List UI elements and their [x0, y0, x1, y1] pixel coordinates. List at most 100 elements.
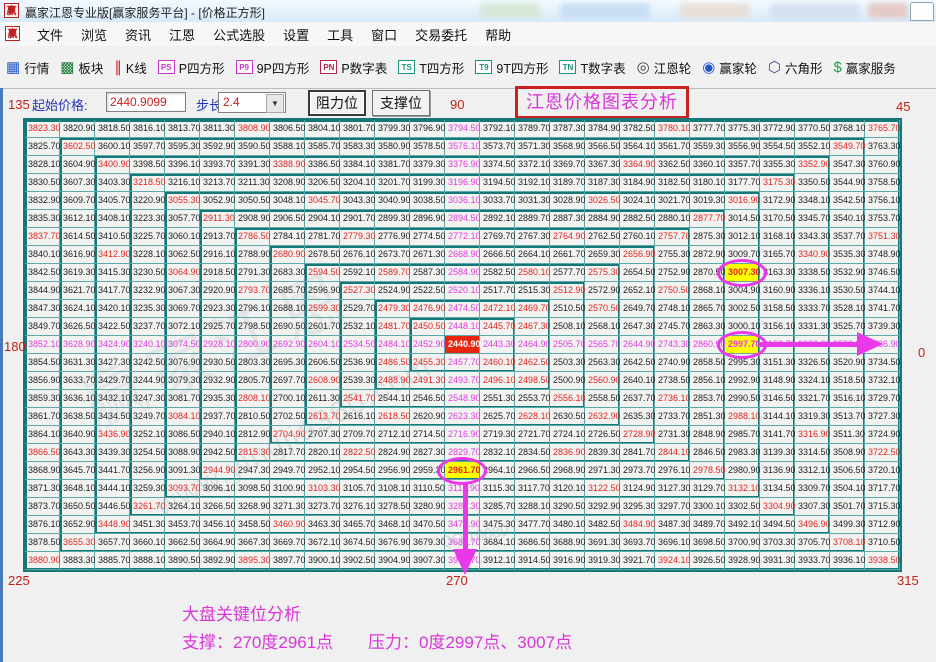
grid-cell: 3602.50 — [60, 138, 95, 156]
grid-cell: 2968.90 — [550, 462, 585, 480]
grid-cell: 3729.70 — [865, 390, 900, 408]
grid-cell: 3672.10 — [305, 534, 340, 552]
menu-item[interactable]: 交易委托 — [406, 25, 476, 44]
grid-cell: 3379.30 — [410, 156, 445, 174]
grid-cell: 2664.10 — [515, 246, 550, 264]
toolbar-item[interactable]: ▦行情 — [6, 58, 49, 77]
grid-cell: 3364.90 — [620, 156, 655, 174]
grid-cell: 3098.50 — [235, 480, 270, 498]
menu-item[interactable]: 资讯 — [116, 25, 160, 44]
grid-cell: 3043.30 — [340, 192, 375, 210]
grid-cell: 3542.50 — [830, 192, 865, 210]
step-dropdown[interactable]: 2.4 ▼ — [218, 92, 286, 113]
menu-item[interactable]: 浏览 — [72, 25, 116, 44]
grid-cell: 3168.10 — [760, 228, 795, 246]
grid-cell: 3439.30 — [95, 444, 130, 462]
menu-item[interactable]: 工具 — [318, 25, 362, 44]
grid-cell: 2630.50 — [550, 408, 585, 426]
grid-cell: 3684.10 — [480, 534, 515, 552]
menu-item[interactable]: 文件 — [28, 25, 72, 44]
toolbar-item[interactable]: P99P四方形 — [236, 58, 310, 77]
grid-cell: 3211.30 — [235, 174, 270, 192]
resistance-button[interactable]: 阻力位 — [308, 90, 366, 116]
grid-cell: 3739.30 — [865, 318, 900, 336]
grid-cell: 2803.30 — [235, 354, 270, 372]
grid-cell: 3638.50 — [60, 408, 95, 426]
grid-cell: 2899.30 — [375, 210, 410, 228]
grid-cell: 3381.70 — [375, 156, 410, 174]
grid-cell: 3038.50 — [410, 192, 445, 210]
toolbar-item[interactable]: ▩板块 — [60, 58, 103, 77]
titlebar-decoration — [480, 3, 540, 18]
grid-cell: 2894.50 — [445, 210, 480, 228]
toolbar-item[interactable]: PNP数字表 — [320, 58, 387, 77]
gann-wheel-icon: ◎ — [637, 60, 650, 75]
grid-cell: 3429.70 — [95, 372, 130, 390]
grid-cell: 3122.50 — [585, 480, 620, 498]
grid-cell: 2764.90 — [550, 228, 585, 246]
grid-cell: 3002.50 — [725, 300, 760, 318]
chevron-down-icon[interactable]: ▼ — [266, 94, 284, 113]
grid-cell: 2510.50 — [550, 300, 585, 318]
grid-cell: 3074.50 — [165, 336, 200, 354]
grid-cell: 3588.10 — [270, 138, 305, 156]
window-control-button[interactable] — [910, 2, 934, 21]
menu-item[interactable]: 设置 — [274, 25, 318, 44]
grid-cell: 2863.30 — [690, 318, 725, 336]
support-button[interactable]: 支撑位 — [372, 90, 430, 116]
grid-cell: 3724.90 — [865, 426, 900, 444]
grid-cell: 2877.70 — [690, 210, 725, 228]
grid-cell: 3026.50 — [585, 192, 620, 210]
toolbar-item[interactable]: ⬡六角形 — [768, 58, 823, 77]
grid-cell: 2688.10 — [270, 300, 305, 318]
grid-cell: 2719.30 — [480, 426, 515, 444]
toolbar-item[interactable]: TNT数字表 — [559, 58, 625, 77]
grid-cell: 3372.10 — [515, 156, 550, 174]
grid-cell: 2920.90 — [200, 282, 235, 300]
menu-item[interactable]: 江恩 — [160, 25, 204, 44]
grid-cell: 3883.30 — [60, 552, 95, 570]
menu-item[interactable]: 公式选股 — [204, 25, 274, 44]
grid-cell: 3021.70 — [655, 192, 690, 210]
grid-cell: 3067.30 — [165, 282, 200, 300]
grid-cell: 2544.10 — [375, 390, 410, 408]
grid-cell: 3396.10 — [165, 156, 200, 174]
grid-cell: 2548.90 — [445, 390, 480, 408]
grid-cell: 3048.10 — [270, 192, 305, 210]
grid-cell: 3806.50 — [270, 120, 305, 138]
highlighted-grid-cell: 2961.70 — [445, 462, 480, 480]
toolbar-item[interactable]: TST四方形 — [398, 58, 464, 77]
grid-cell: 3597.70 — [130, 138, 165, 156]
toolbar-item-label: K线 — [126, 58, 147, 77]
toolbar-item[interactable]: $赢家服务 — [833, 58, 895, 77]
grid-cell: 3480.10 — [550, 516, 585, 534]
grid-cell: 3777.70 — [690, 120, 725, 138]
grid-cell: 2647.30 — [620, 318, 655, 336]
grid-cell: 2671.30 — [410, 246, 445, 264]
grid-cell: 3919.30 — [585, 552, 620, 570]
toolbar-item[interactable]: ◉赢家轮 — [702, 58, 757, 77]
toolbar-item[interactable]: ◎江恩轮 — [637, 58, 692, 77]
grid-cell: 3487.30 — [655, 516, 690, 534]
grid-cell: 2606.50 — [305, 354, 340, 372]
toolbar: ▦行情 ▩板块 ∥K线 PSP四方形 P99P四方形 PNP数字表 TST四方形 T99T四方… — [0, 46, 936, 89]
grid-cell: 3765.70 — [865, 120, 900, 138]
grid-cell: 2856.10 — [690, 372, 725, 390]
grid-cell: 3592.90 — [200, 138, 235, 156]
grid-cell: 3595.30 — [165, 138, 200, 156]
toolbar-item[interactable]: ∥K线 — [114, 58, 146, 77]
grid-cell: 3612.10 — [60, 210, 95, 228]
grid-cell: 2875.30 — [690, 228, 725, 246]
toolbar-item[interactable]: T99T四方形 — [475, 58, 548, 77]
start-price-input[interactable] — [106, 92, 186, 112]
menu-item[interactable]: 帮助 — [476, 25, 520, 44]
grid-cell: 3328.90 — [795, 336, 830, 354]
toolbar-item[interactable]: PSP四方形 — [158, 58, 225, 77]
grid-cell: 2666.50 — [480, 246, 515, 264]
grid-cell: 3568.90 — [550, 138, 585, 156]
grid-cell: 3600.10 — [95, 138, 130, 156]
menu-item[interactable]: 窗口 — [362, 25, 406, 44]
titlebar-decoration — [770, 3, 860, 18]
grid-cell: 3093.70 — [165, 480, 200, 498]
winner-wheel-icon: ◉ — [702, 60, 715, 75]
